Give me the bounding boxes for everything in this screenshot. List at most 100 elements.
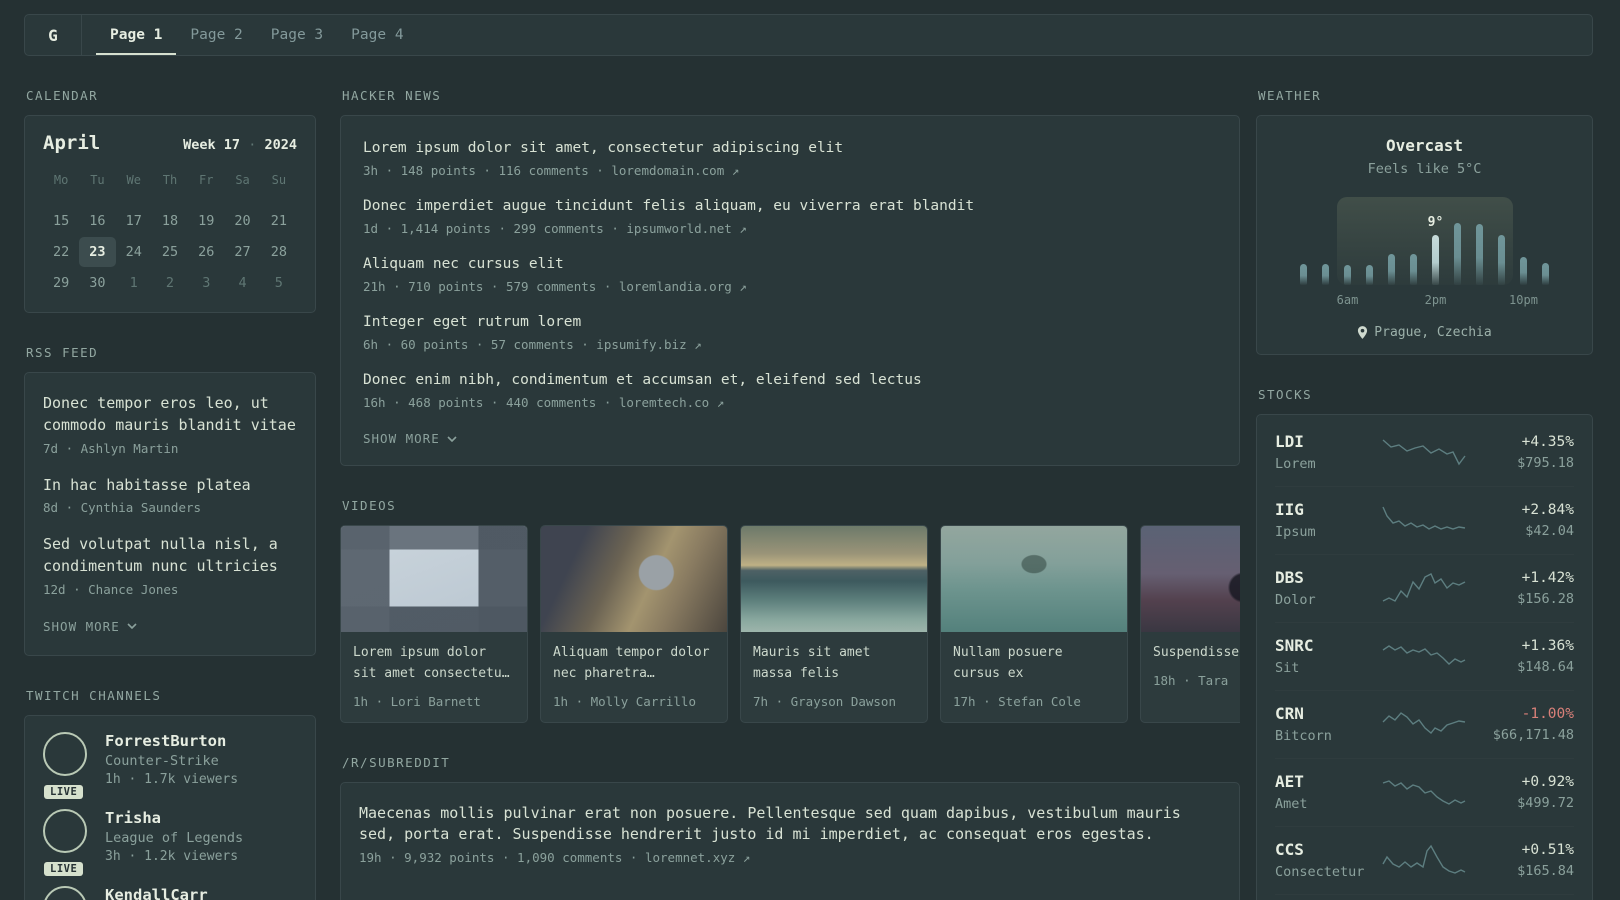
location-pin-icon [1358,326,1368,339]
calendar-day[interactable]: 2 [152,268,188,298]
weather-bar-slot [1293,264,1315,285]
stock-change: -1.00% [1521,705,1574,722]
video-body: Suspendisse diam 18h · Tara [1141,632,1240,701]
video-title: Lorem ipsum dolor sit amet consectetu… [353,645,510,681]
twitch-channel[interactable]: LIVE KendallCarr [43,885,297,900]
avatar-wrap: LIVE [43,731,89,799]
twitch-widget: LIVE ForrestBurton Counter-Strike 1h · 1… [24,714,316,900]
video-card[interactable]: Suspendisse diam 18h · Tara [1140,525,1240,723]
calendar-month: April [43,132,101,154]
hackernews-item[interactable]: Donec enim nibh, condimentum et accumsan… [363,370,1217,410]
hackernews-show-more-button[interactable]: SHOW MORE [363,431,457,446]
calendar-day[interactable]: 18 [152,206,188,236]
weather-bar-slot: 9° [1425,215,1447,285]
calendar-day[interactable]: 29 [43,268,79,298]
rss-show-more-button[interactable]: SHOW MORE [43,619,137,634]
chevron-down-icon [127,623,137,630]
hackernews-item-title: Lorem ipsum dolor sit amet, consectetur … [363,140,844,156]
avatar-wrap: LIVE [43,885,89,900]
stock-row[interactable]: LDI Lorem +4.35% $795.18 [1275,419,1574,487]
rss-item[interactable]: Donec tempor eros leo, ut commodo mauris… [43,393,297,456]
stock-row[interactable]: CCS Consectetur +0.51% $165.84 [1275,827,1574,895]
calendar-day[interactable]: 25 [152,237,188,267]
nav-divider [81,15,82,55]
rss-item-title: In hac habitasse platea [43,475,251,494]
stock-price: $42.04 [1525,522,1574,539]
stock-name: Consectetur [1275,864,1365,880]
channel-meta: 1h · 1.7k viewers [105,771,239,787]
stock-ticker: DBS [1275,568,1304,587]
hackernews-item[interactable]: Aliquam nec cursus elit 21h · 710 points… [363,254,1217,294]
nav-tab[interactable]: Page 4 [337,15,417,55]
stock-ticker: CRN [1275,704,1304,723]
weather-bar-slot [1337,265,1359,285]
nav-tab[interactable]: Page 1 [96,15,177,55]
nav-tab[interactable]: Page 3 [257,15,337,55]
weather-location[interactable]: Prague, Czechia [1275,325,1574,340]
hackernews-item[interactable]: Integer eget rutrum lorem 6h · 60 points… [363,312,1217,352]
calendar-day[interactable]: 27 [224,237,260,267]
hackernews-item[interactable]: Lorem ipsum dolor sit amet, consectetur … [363,138,1217,178]
rss-item[interactable]: Sed volutpat nulla nisl, a condimentum n… [43,534,297,597]
weather-bar [1542,263,1549,285]
calendar-day[interactable]: 15 [43,206,79,236]
time-label: 2pm [1424,293,1447,307]
calendar-day[interactable]: 17 [116,206,152,236]
calendar-day[interactable]: 21 [261,206,297,236]
calendar-widget: April Week 17 · 2024 Mo Tu We Th Fr Sa Su 15 16… [24,115,316,313]
right-column: WEATHER Overcast Feels like 5°C 9° 6am 2… [1256,56,1593,900]
stock-name: Lorem [1275,456,1316,472]
calendar-day[interactable]: 28 [261,237,297,267]
video-card[interactable]: Nullam posuere cursus ex 17h · Stefan Co… [940,525,1128,723]
rss-item[interactable]: In hac habitasse platea 8d · Cynthia Sau… [43,475,297,516]
dashboard-page: G Page 1 Page 2 Page 3 Page 4 CALENDAR A… [0,0,1620,900]
stock-row[interactable]: CRN Bitcorn -1.00% $66,171.48 [1275,691,1574,759]
stock-price: $66,171.48 [1492,726,1574,743]
calendar-day[interactable]: 24 [116,237,152,267]
video-card[interactable]: Lorem ipsum dolor sit amet consectetu… 1… [340,525,528,723]
current-temp-label: 9° [1427,215,1444,230]
stock-change: +1.36% [1521,637,1574,654]
dot-separator: · [248,137,257,153]
subreddit-post[interactable]: Maecenas mollis pulvinar erat non posuer… [359,803,1221,866]
stock-left: CCS Consectetur [1275,840,1381,880]
stock-sparkline [1382,573,1465,602]
stock-row[interactable]: AHS +0.46% [1275,895,1574,900]
video-card[interactable]: Aliquam tempor dolor nec pharetra… 1h · … [540,525,728,723]
stock-name: Amet [1275,796,1308,812]
video-card[interactable]: Mauris sit amet massa felis 7h · Grayson… [740,525,928,723]
stock-ticker: AET [1275,772,1304,791]
stock-row[interactable]: DBS Dolor +1.42% $156.28 [1275,555,1574,623]
twitch-channel[interactable]: LIVE Trisha League of Legends 3h · 1.2k … [43,808,297,876]
calendar-year: 2024 [264,137,297,153]
stock-row[interactable]: AET Amet +0.92% $499.72 [1275,759,1574,827]
calendar-day[interactable]: 23 [79,237,116,267]
stock-name: Bitcorn [1275,728,1332,744]
calendar-day[interactable]: 26 [188,237,224,267]
stock-left: DBS Dolor [1275,568,1381,608]
weather-bar [1388,254,1395,285]
calendar-day[interactable]: 19 [188,206,224,236]
calendar-day[interactable]: 5 [261,268,297,298]
channel-game: League of Legends [105,829,244,846]
weekday-label: Tu [90,173,105,187]
calendar-day[interactable]: 3 [188,268,224,298]
weather-location-text: Prague, Czechia [1374,325,1492,340]
calendar-day[interactable]: 30 [79,268,115,298]
calendar-day[interactable]: 1 [116,268,152,298]
channel-name: Trisha [105,808,161,827]
calendar-day[interactable]: 4 [224,268,260,298]
video-title: Nullam posuere cursus ex [953,645,1063,681]
nav-tab[interactable]: Page 2 [176,15,256,55]
stock-row[interactable]: IIG Ipsum +2.84% $42.04 [1275,487,1574,555]
app-logo[interactable]: G [25,15,81,55]
calendar-day[interactable]: 20 [224,206,260,236]
twitch-channel[interactable]: LIVE ForrestBurton Counter-Strike 1h · 1… [43,731,297,799]
calendar-day[interactable]: 16 [79,206,115,236]
weather-chart: 9° [1293,197,1557,285]
hackernews-item[interactable]: Donec imperdiet augue tincidunt felis al… [363,196,1217,236]
stock-row[interactable]: SNRC Sit +1.36% $148.64 [1275,623,1574,691]
stock-right: +1.36% $148.64 [1469,637,1574,675]
calendar-day[interactable]: 22 [43,237,79,267]
avatar [43,731,87,776]
